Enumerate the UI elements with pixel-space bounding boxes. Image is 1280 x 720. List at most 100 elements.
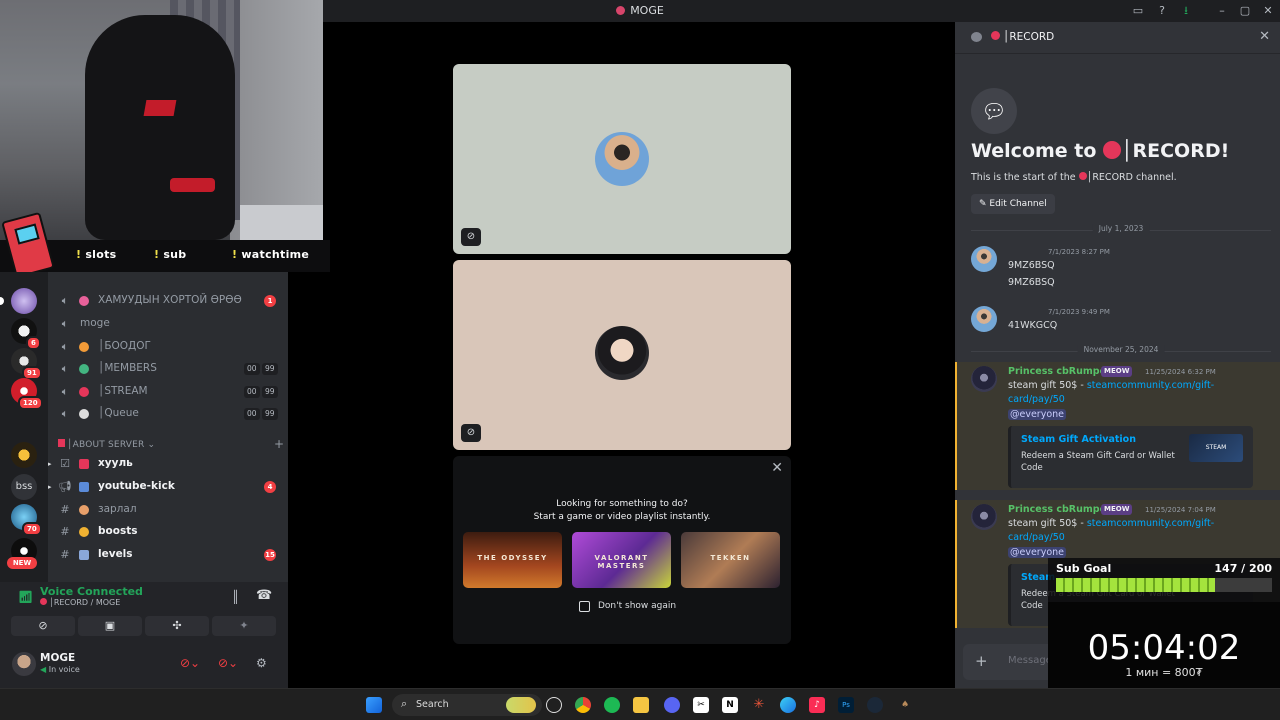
text-channel[interactable]: ▸ 📢︎ youtube-kick 4 [48, 477, 282, 497]
help-icon[interactable]: ? [1154, 3, 1170, 19]
disconnect-icon[interactable]: ☎ [256, 588, 272, 603]
voice-channel[interactable]: 🔈︎ moge [58, 314, 282, 334]
server-icon[interactable] [11, 442, 37, 468]
participant-avatar [595, 132, 649, 186]
message: 7/1/2023 9:49 PM 41WKGCQ [955, 306, 1280, 338]
text-channel[interactable]: # зарлал [58, 500, 282, 520]
avatar[interactable] [971, 246, 997, 272]
voice-panel: 📶︎ Voice Connected │RECORD / MOGE ║ ☎ ⊘ … [0, 582, 288, 688]
command-slots: ! slots [76, 248, 117, 261]
participant-tile[interactable]: ⊘ [453, 64, 791, 254]
message-timestamp: 7/1/2023 8:27 PM [1048, 248, 1110, 256]
timer-rate: 1 мин = 800₮ [1125, 666, 1203, 679]
hash-icon: # [60, 525, 70, 538]
speaker-icon: 🔈︎ [61, 317, 69, 330]
text-channel[interactable]: ▸ ☑ хууль [48, 454, 282, 474]
avatar[interactable] [971, 306, 997, 332]
voice-status[interactable]: Voice Connected [40, 585, 143, 598]
message: 7/1/2023 8:27 PM 9MZ6BSQ 9MZ6BSQ [955, 246, 1280, 294]
chatgpt-icon[interactable] [546, 697, 562, 713]
windows-start-icon[interactable] [366, 697, 382, 713]
close-icon[interactable]: ✕ [1259, 29, 1270, 44]
mic-muted-icon[interactable]: ⊘⌄ [180, 656, 200, 670]
apple-music-icon[interactable]: ♪ [809, 697, 825, 713]
app-logo-icon [616, 6, 626, 15]
new-badge: NEW [7, 557, 37, 569]
edit-channel-button[interactable]: ✎ Edit Channel [971, 194, 1055, 214]
message: Princess cbRumpel MEOW 11/25/2024 6:32 P… [955, 366, 1280, 490]
discord-icon[interactable] [664, 697, 680, 713]
message-link[interactable]: steamcommunity.com/gift- [1087, 518, 1214, 529]
server-icon[interactable]: bss [11, 474, 37, 500]
hash-icon: # [60, 503, 70, 516]
sub-goal-widget: Sub Goal 147 / 200 [1048, 558, 1280, 602]
sub-goal-bar [1056, 578, 1272, 592]
attach-plus-icon[interactable]: + [975, 652, 988, 670]
message-input[interactable]: Message [1008, 655, 1052, 666]
steam-icon[interactable] [867, 697, 883, 713]
close-window-icon[interactable]: ✕ [1260, 3, 1276, 19]
muted-mic-icon: ⊘ [461, 424, 481, 442]
notion-icon[interactable]: N [722, 697, 738, 713]
file-explorer-icon[interactable] [633, 697, 649, 713]
voice-channel[interactable]: 🔈︎ │Queue 00 99 [58, 404, 282, 424]
chrome-icon[interactable] [575, 697, 591, 713]
minimize-icon[interactable]: – [1214, 3, 1230, 19]
voice-channel[interactable]: 🔈︎ │STREAM 00 99 [58, 382, 282, 402]
command-sub: ! sub [154, 248, 187, 261]
activity-card[interactable]: VALORANT MASTERS [572, 532, 671, 588]
command-watchtime: ! watchtime [232, 248, 310, 261]
taskbar-search[interactable]: ⌕ Search [392, 694, 542, 716]
voice-location: │RECORD / MOGE [40, 598, 120, 607]
server-badge: 120 [18, 396, 43, 410]
inbox-icon[interactable]: ▭ [1130, 3, 1146, 19]
copilot-icon[interactable] [780, 697, 796, 713]
mention[interactable]: @everyone [1008, 409, 1067, 420]
settings-gear-icon[interactable]: ⚙ [256, 656, 267, 670]
avatar[interactable] [12, 652, 36, 676]
voice-channel[interactable]: 🔈︎ │MEMBERS 00 99 [58, 359, 282, 379]
category-header[interactable]: │ABOUT SERVER ⌄ + [58, 437, 284, 451]
camera-toggle-button[interactable]: ⊘ [11, 616, 75, 636]
activity-card[interactable]: TEKKEN [681, 532, 780, 588]
message-author[interactable]: Princess cbRumpel [1008, 504, 1109, 515]
add-channel-icon[interactable]: + [274, 437, 284, 451]
mention[interactable]: @everyone [1008, 547, 1067, 558]
text-channel[interactable]: # levels 15 [58, 545, 282, 565]
download-icon[interactable]: ⭳ [1178, 3, 1194, 19]
rules-icon: ☑ [60, 457, 70, 470]
message-link[interactable]: card/pay/50 [1008, 532, 1065, 543]
photoshop-icon[interactable]: Ps [838, 697, 854, 713]
embed-title[interactable]: Steam Gift Activation [1021, 434, 1136, 445]
activities-button[interactable]: ✣ [145, 616, 209, 636]
avatar[interactable] [971, 504, 997, 530]
chat-channel-name: │RECORD [991, 31, 1054, 43]
message-link[interactable]: steamcommunity.com/gift- [1087, 380, 1214, 391]
search-highlight-icon [506, 697, 536, 713]
voice-channel[interactable]: 🔈︎ │БООДОГ [58, 337, 282, 357]
chat-header: │RECORD ✕ [955, 22, 1280, 54]
spotify-icon[interactable] [604, 697, 620, 713]
deafen-icon[interactable]: ⊘⌄ [218, 656, 238, 670]
participant-tile[interactable]: ⊘ [453, 260, 791, 450]
voice-channel[interactable]: 🔈︎ ХАМУУДЫН ХОРТОЙ ӨРӨӨ 1 [58, 291, 282, 311]
maximize-icon[interactable]: ▢ [1237, 3, 1253, 19]
date-divider: November 25, 2024 [971, 345, 1271, 354]
gaming-chair [85, 15, 235, 240]
soundboard-button[interactable]: ✦ [212, 616, 276, 636]
capcut-icon[interactable]: ✂ [693, 697, 709, 713]
close-icon[interactable]: ✕ [771, 460, 783, 476]
activity-card[interactable]: THE ODYSSEY [463, 532, 562, 588]
claude-icon[interactable]: ✳ [751, 697, 767, 713]
welcome-title: Welcome to │RECORD! [971, 140, 1230, 162]
noise-suppression-icon[interactable]: ║ [232, 590, 239, 604]
message-author[interactable]: Princess cbRumpel [1008, 366, 1109, 377]
text-channel[interactable]: # boosts [58, 522, 282, 542]
embed-thumbnail[interactable]: STEAM [1189, 434, 1243, 462]
server-icon[interactable] [11, 288, 37, 314]
app-icon[interactable]: ♠ [897, 697, 913, 713]
avatar[interactable] [971, 366, 997, 392]
dont-show-checkbox[interactable] [579, 601, 590, 612]
screen-share-button[interactable]: ▣ [78, 616, 142, 636]
message-link[interactable]: card/pay/50 [1008, 394, 1065, 405]
